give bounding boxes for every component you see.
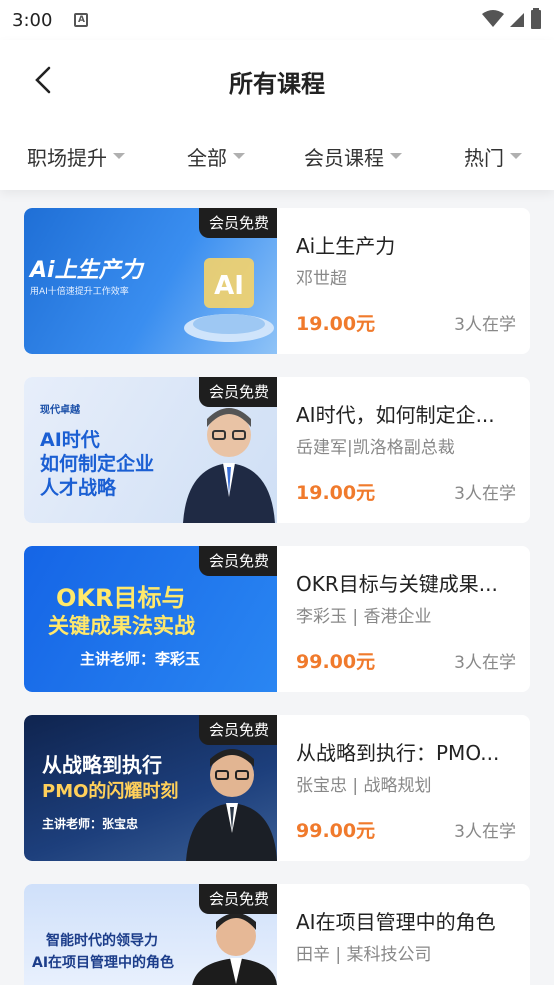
battery-icon [531,8,541,29]
member-free-badge: 会员免费 [198,208,277,238]
thumbnail-subtitle: 用AI十倍速提升工作效率 [30,287,129,297]
presenter-photo [192,913,277,985]
course-title: 从战略到执行：PMO... [296,741,500,765]
course-info: OKR目标与关键成果... 李彩玉 | 香港企业 99.00元 3人在学 [296,546,516,692]
member-free-badge: 会员免费 [198,884,277,914]
course-price: 99.00元 [296,651,376,673]
thumbnail-teacher: 主讲老师：张宝忠 [42,817,139,831]
course-thumbnail: 现代卓越 AI时代 如何制定企业 人才战略 会员免费 [24,377,277,523]
filter-label: 全部 [187,145,227,170]
member-free-badge: 会员免费 [198,546,277,576]
learner-count: 3人在学 [454,822,516,842]
course-teacher: 张宝忠 | 战略规划 [296,776,432,796]
filter-bar: 职场提升 全部 会员课程 热门 [0,136,554,176]
course-title: AI在项目管理中的角色 [296,910,496,934]
learner-count: 3人在学 [454,315,516,335]
thumbnail-subtitle: AI在项目管理中的角色 [32,955,175,971]
app-header: 所有课程 职场提升 全部 会员课程 热门 [0,40,554,190]
course-card[interactable]: 现代卓越 AI时代 如何制定企业 人才战略 会员免费 AI时代，如何制定企...… [24,377,530,523]
ai-graphic: AI [184,258,274,342]
course-card[interactable]: 智能时代的领导力 AI在项目管理中的角色 会员免费 AI在项目管理中的角色 田辛… [24,884,530,985]
filter-sort[interactable]: 热门 [464,136,522,176]
filter-membership[interactable]: 会员课程 [304,136,402,176]
thumbnail-title: AI时代 [40,429,100,451]
thumbnail-title: OKR目标与 [56,584,186,612]
course-title: Ai上生产力 [296,234,396,258]
notification-icon: A [74,13,89,27]
thumbnail-title: 从战略到执行 [42,753,162,777]
thumbnail-logo: 现代卓越 [40,405,80,416]
course-info: AI时代，如何制定企... 岳建军|凯洛格副总裁 19.00元 3人在学 [296,377,516,523]
signal-icon [510,13,524,27]
page-title: 所有课程 [229,70,325,98]
thumbnail-title: Ai上生产力 [30,258,143,283]
caret-down-icon [510,153,522,159]
course-price: 19.00元 [296,482,376,504]
course-teacher: 邓世超 [296,269,347,289]
wifi-icon [482,10,504,27]
course-teacher: 田辛 | 某科技公司 [296,945,432,965]
presenter-photo [183,408,275,523]
course-teacher: 岳建军|凯洛格副总裁 [296,438,455,458]
course-thumbnail: OKR目标与 关键成果法实战 主讲老师：李彩玉 会员免费 [24,546,277,692]
course-card[interactable]: AI Ai上生产力 用AI十倍速提升工作效率 会员免费 Ai上生产力 邓世超 1… [24,208,530,354]
course-thumbnail: 从战略到执行 PMO的闪耀时刻 主讲老师：张宝忠 会员免费 [24,715,277,861]
thumbnail-subtitle: 如何制定企业 [40,453,155,475]
presenter-photo [186,749,277,861]
thumbnail-subtitle: PMO的闪耀时刻 [42,781,179,802]
course-info: AI在项目管理中的角色 田辛 | 某科技公司 [296,884,516,985]
course-price: 99.00元 [296,820,376,842]
course-card[interactable]: 从战略到执行 PMO的闪耀时刻 主讲老师：张宝忠 会员免费 从战略到执行：PMO… [24,715,530,861]
status-icons [482,8,542,30]
course-teacher: 李彩玉 | 香港企业 [296,607,432,627]
course-price: 19.00元 [296,313,376,335]
svg-text:AI: AI [214,271,244,301]
caret-down-icon [113,153,125,159]
course-info: Ai上生产力 邓世超 19.00元 3人在学 [296,208,516,354]
caret-down-icon [233,153,245,159]
learner-count: 3人在学 [454,653,516,673]
learner-count: 3人在学 [454,484,516,504]
thumbnail-title: 智能时代的领导力 [46,933,158,949]
course-title: OKR目标与关键成果... [296,572,498,596]
course-title: AI时代，如何制定企... [296,403,495,427]
thumbnail-subtitle: 人才战略 [40,477,117,499]
filter-scope[interactable]: 全部 [187,136,245,176]
thumbnail-teacher: 主讲老师：李彩玉 [80,650,201,668]
member-free-badge: 会员免费 [198,715,277,745]
thumbnail-subtitle: 关键成果法实战 [48,614,195,638]
filter-label: 会员课程 [304,145,384,170]
filter-category[interactable]: 职场提升 [27,136,125,176]
course-info: 从战略到执行：PMO... 张宝忠 | 战略规划 99.00元 3人在学 [296,715,516,861]
status-time: 3:00 [12,9,53,31]
member-free-badge: 会员免费 [198,377,277,407]
filter-label: 热门 [464,145,504,170]
course-thumbnail: 智能时代的领导力 AI在项目管理中的角色 会员免费 [24,884,277,985]
status-bar: 3:00 A [0,0,554,40]
caret-down-icon [390,153,402,159]
course-thumbnail: AI Ai上生产力 用AI十倍速提升工作效率 会员免费 [24,208,277,354]
course-card[interactable]: OKR目标与 关键成果法实战 主讲老师：李彩玉 会员免费 OKR目标与关键成果.… [24,546,530,692]
filter-label: 职场提升 [27,145,107,170]
